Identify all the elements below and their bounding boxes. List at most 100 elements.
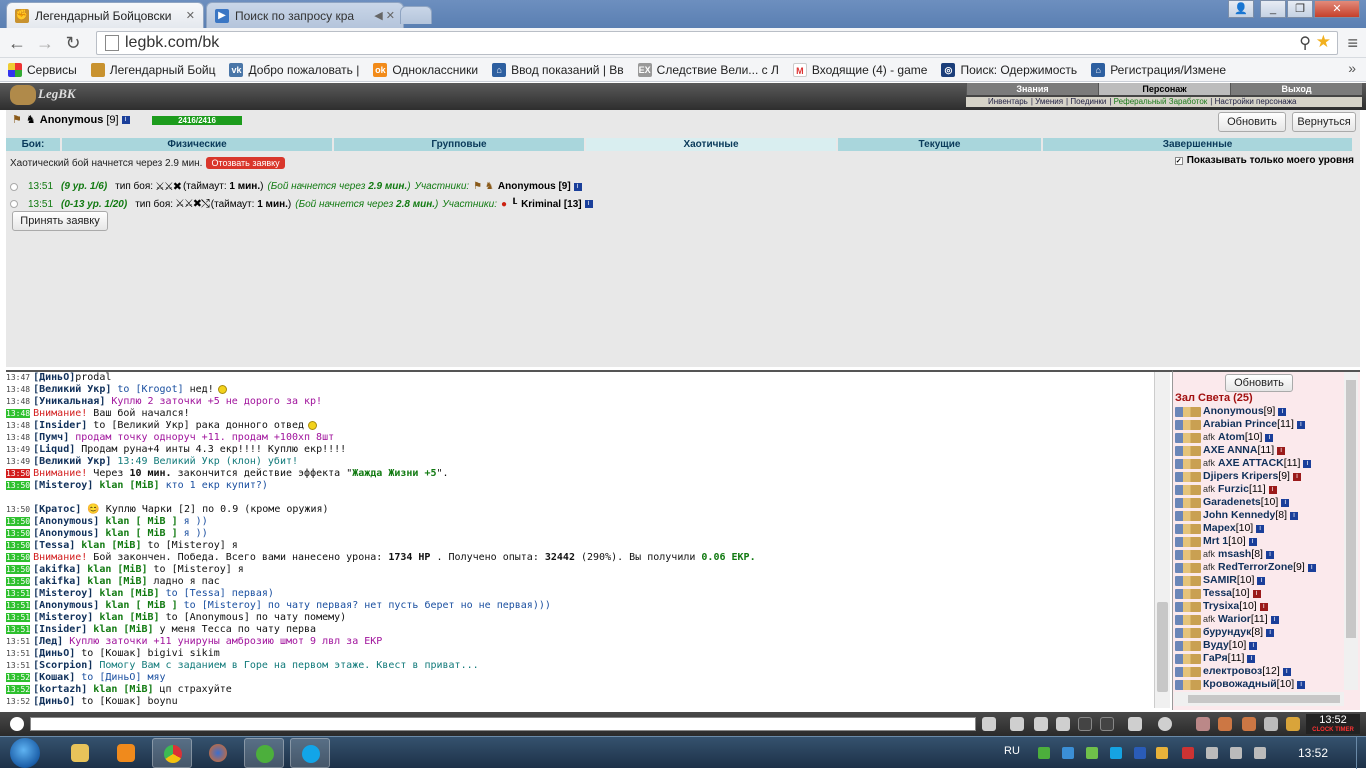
message-author[interactable]: [Кошак] <box>33 672 75 683</box>
user-name[interactable]: Anonymous <box>1203 405 1264 418</box>
online-user[interactable]: Кровожадный [10] i <box>1175 678 1347 691</box>
online-user[interactable]: Djipers Kripers [9] i <box>1175 470 1347 483</box>
message-author[interactable]: [Лед] <box>33 636 63 647</box>
tray-flag-icon[interactable] <box>1206 747 1218 759</box>
online-user[interactable]: John Kennedy [8] i <box>1175 509 1347 522</box>
info-icon[interactable]: i <box>1277 446 1286 455</box>
online-user[interactable]: Anonymous [9] i <box>1175 405 1347 418</box>
smiley-icon[interactable] <box>1158 717 1172 731</box>
refresh-online-button[interactable]: Обновить <box>1225 374 1293 392</box>
online-user[interactable]: електровоз [12] i <box>1175 665 1347 678</box>
participant-name[interactable]: Anonymous [9] <box>498 181 571 192</box>
user-name[interactable]: Garadenets <box>1203 496 1261 509</box>
scroll-lock-icon[interactable] <box>1078 717 1092 731</box>
info-icon[interactable]: i <box>573 182 582 191</box>
star-icon[interactable]: ★ <box>1316 32 1331 52</box>
online-user[interactable]: Mapex [10] i <box>1175 522 1347 535</box>
user-name[interactable]: Atom <box>1218 431 1245 444</box>
action-icon[interactable] <box>1242 717 1256 731</box>
send-icon[interactable] <box>982 717 996 731</box>
info-icon[interactable]: i <box>1257 576 1266 585</box>
close-icon[interactable]: ◀ ✕ <box>374 9 395 22</box>
info-icon[interactable]: i <box>1259 602 1268 611</box>
cancel-request-button[interactable]: Отозвать заявку <box>206 157 285 169</box>
eraser-icon[interactable] <box>1010 717 1024 731</box>
tab-chaotic[interactable]: Хаотичные <box>586 138 838 151</box>
message-author[interactable]: [Anonymous] <box>33 600 99 611</box>
tray-tools-icon[interactable] <box>1156 747 1168 759</box>
message-author[interactable]: [Insider] <box>33 420 87 431</box>
user-name[interactable]: Trysixa <box>1203 600 1239 613</box>
taskbar-chrome[interactable] <box>152 738 192 768</box>
online-user[interactable]: ГаРя [11] i <box>1175 652 1347 665</box>
bookmark-registration[interactable]: ⌂ Регистрация/Измене <box>1091 62 1226 77</box>
bookmark-ok[interactable]: ok Одноклассники <box>373 62 478 77</box>
online-scrollbar[interactable] <box>1344 372 1358 690</box>
info-icon[interactable]: i <box>121 115 130 124</box>
message-author[interactable]: [Misteroy] <box>33 480 93 491</box>
user-name[interactable]: Mrt 1 <box>1203 535 1228 548</box>
user-name[interactable]: msash <box>1218 548 1251 561</box>
user-name[interactable]: Djipers Kripers <box>1203 470 1278 483</box>
menu-icon[interactable]: ≡ <box>1347 34 1358 52</box>
character-name[interactable]: Anonymous <box>40 114 104 126</box>
info-icon[interactable]: i <box>1292 472 1301 481</box>
sound-icon[interactable] <box>1100 717 1114 731</box>
link-settings[interactable]: Настройки персонажа <box>1215 97 1297 106</box>
message-author[interactable]: [kortazh] <box>33 684 87 695</box>
message-author[interactable]: [Misteroy] <box>33 588 93 599</box>
private-icon[interactable] <box>1056 717 1070 731</box>
message-author[interactable]: [Великий Укр] <box>33 384 111 395</box>
nav-tab-knowledge[interactable]: Знания <box>966 83 1098 95</box>
chat-input[interactable] <box>30 717 976 731</box>
user-name[interactable]: Вуду <box>1203 639 1229 652</box>
link-duels[interactable]: Поединки <box>1070 97 1106 106</box>
taskbar-media-player[interactable] <box>106 738 146 768</box>
chat-scrollbar[interactable] <box>1154 372 1170 708</box>
online-user[interactable]: afk AXE ATTACK [11] i <box>1175 457 1347 470</box>
action-icon[interactable] <box>1218 717 1232 731</box>
bookmark-vk[interactable]: vk Добро пожаловать | <box>229 62 359 77</box>
nav-tab-exit[interactable]: Выход <box>1230 83 1362 95</box>
checkbox[interactable]: ✓ <box>1174 156 1183 165</box>
user-icon[interactable]: 👤 <box>1228 0 1254 18</box>
bookmark-readings[interactable]: ⌂ Ввод показаний | Вв <box>492 62 624 77</box>
info-icon[interactable]: i <box>1268 485 1277 494</box>
online-user[interactable]: afk Furzic [11] i <box>1175 483 1347 496</box>
show-desktop-button[interactable] <box>1356 737 1366 769</box>
close-window-button[interactable]: ✕ <box>1314 0 1360 18</box>
info-icon[interactable]: i <box>1297 680 1306 689</box>
minimize-button[interactable]: _ <box>1260 0 1286 18</box>
network-icon[interactable] <box>1230 747 1242 759</box>
user-name[interactable]: RedTerrorZone <box>1218 561 1293 574</box>
participant-name[interactable]: Kriminal [13] <box>521 199 582 210</box>
link-skills[interactable]: Умения <box>1035 97 1063 106</box>
info-icon[interactable]: i <box>1281 498 1290 507</box>
tab-group[interactable]: Групповые <box>334 138 586 151</box>
system-clock[interactable]: 13:52 <box>1298 746 1328 760</box>
message-author[interactable]: [ДиньО] <box>33 372 75 383</box>
online-user[interactable]: Tessa [10] i <box>1175 587 1347 600</box>
select-radio[interactable] <box>10 182 18 191</box>
tab-finished[interactable]: Завершенные <box>1043 138 1354 151</box>
user-name[interactable]: електровоз <box>1203 665 1262 678</box>
bookmark-services[interactable]: Сервисы <box>8 62 77 77</box>
taskbar-firefox[interactable] <box>198 738 238 768</box>
message-author[interactable]: [akifka] <box>33 564 81 575</box>
language-indicator[interactable]: RU <box>1004 745 1020 757</box>
filter-icon[interactable] <box>1034 717 1048 731</box>
message-author[interactable]: [Anonymous] <box>33 528 99 539</box>
taskbar-explorer[interactable] <box>60 738 100 768</box>
back-button[interactable]: Вернуться <box>1292 112 1356 132</box>
online-user[interactable]: бурундук [8] i <box>1175 626 1347 639</box>
tab-legbk[interactable]: ✊ Легендарный Бойцовски ✕ <box>6 2 204 28</box>
refresh-button[interactable]: Обновить <box>1218 112 1286 132</box>
info-icon[interactable]: i <box>1265 550 1274 559</box>
user-name[interactable]: John Kennedy <box>1203 509 1275 522</box>
chat-settings-icon[interactable] <box>10 717 24 731</box>
user-name[interactable]: SAMIR <box>1203 574 1237 587</box>
info-icon[interactable]: i <box>1249 641 1258 650</box>
nav-tab-character[interactable]: Персонаж <box>1098 83 1230 95</box>
online-user[interactable]: afk Warior [11] i <box>1175 613 1347 626</box>
tab-search[interactable]: ▶ Поиск по запросу кра ◀ ✕ <box>206 2 404 28</box>
